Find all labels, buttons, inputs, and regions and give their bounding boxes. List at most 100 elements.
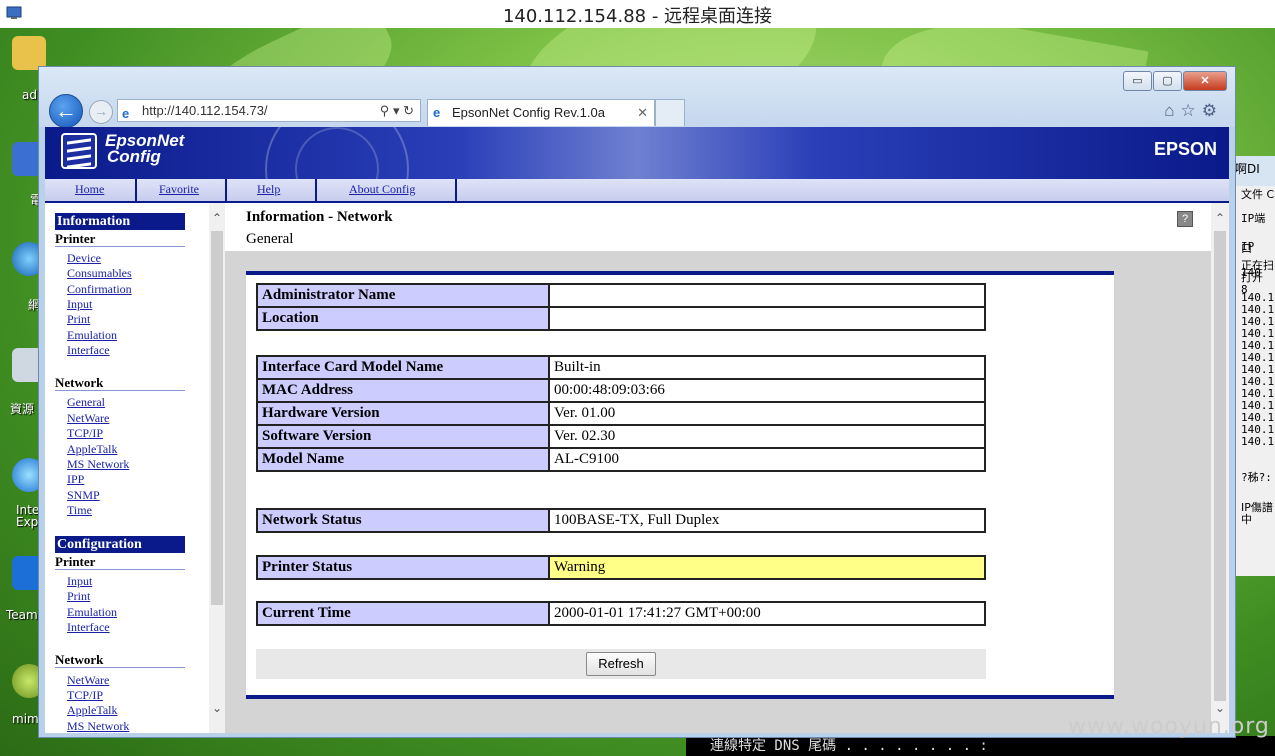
web-page: EpsonNet Config EPSON Home Favorite Help … <box>45 127 1229 733</box>
info-table-printer-status: Printer Status Warning <box>256 555 986 580</box>
nav-home[interactable]: Home <box>75 182 104 197</box>
table-row: Location <box>256 306 986 331</box>
sidebar-config-link-tcpip[interactable]: TCP/IP <box>67 688 103 702</box>
sidebar-config-link-emulation[interactable]: Emulation <box>67 605 117 619</box>
sidebar-info-network: Network <box>55 375 185 391</box>
address-controls[interactable]: ⚲ ▾ ↻ <box>380 100 414 121</box>
settings-gear-icon[interactable]: ⚙ <box>1202 101 1223 120</box>
remote-desktop-titlebar: 140.112.154.88 - 远程桌面连接 <box>0 0 1275 28</box>
desktop-icon-label: ad <box>22 88 37 102</box>
sidebar-config-link-interface[interactable]: Interface <box>67 620 110 634</box>
help-icon[interactable]: ? <box>1177 211 1193 227</box>
sidebar-link-print[interactable]: Print <box>67 312 90 326</box>
page-subtitle: General <box>246 231 294 247</box>
row-value <box>548 283 986 308</box>
sidebar-link-ipp[interactable]: IPP <box>67 472 84 486</box>
browser-tab[interactable]: e EpsonNet Config Rev.1.0a ✕ <box>427 99 655 126</box>
new-tab-button[interactable] <box>655 99 685 126</box>
back-button[interactable]: ← <box>49 94 83 128</box>
scroll-up-icon[interactable]: ⌃ <box>212 211 222 225</box>
sidebar-link-ms-network[interactable]: MS Network <box>67 457 129 471</box>
dropdown-icon[interactable]: ▾ <box>393 103 400 118</box>
row-value: 2000-01-01 17:41:27 GMT+00:00 <box>548 601 986 626</box>
desktop-icon-label: Inte Exp <box>16 503 40 529</box>
scroll-up-icon[interactable]: ⌃ <box>1215 211 1225 226</box>
refresh-bar: Refresh <box>256 649 986 679</box>
row-label: Location <box>256 306 550 331</box>
address-bar[interactable]: e http://140.112.154.73/ ⚲ ▾ ↻ <box>117 99 421 122</box>
scanner-menu[interactable]: 文件 C <box>1233 186 1275 204</box>
minimize-button[interactable]: ▭ <box>1123 71 1152 91</box>
row-label: Current Time <box>256 601 550 626</box>
sidebar-link-interface[interactable]: Interface <box>67 343 110 357</box>
row-label: Software Version <box>256 424 550 449</box>
row-value: Ver. 02.30 <box>548 424 986 449</box>
sidebar-link-device[interactable]: Device <box>67 251 101 265</box>
desktop-icon-label: mim <box>12 712 39 726</box>
browser-window: ▭ ▢ ✕ ← → e http://140.112.154.73/ ⚲ ▾ ↻… <box>38 66 1236 738</box>
table-row: Interface Card Model Name Built-in <box>256 355 986 380</box>
address-text[interactable]: http://140.112.154.73/ <box>142 103 268 118</box>
sidebar-scroll-thumb[interactable] <box>211 231 223 605</box>
search-icon[interactable]: ⚲ <box>380 103 390 118</box>
nav-favorite[interactable]: Favorite <box>159 182 199 197</box>
sidebar-link-netware[interactable]: NetWare <box>67 411 109 425</box>
sidebar-link-emulation[interactable]: Emulation <box>67 328 117 342</box>
folder-icon[interactable] <box>12 36 46 70</box>
table-row: Current Time 2000-01-01 17:41:27 GMT+00:0… <box>256 601 986 626</box>
desktop-icon-label: Team <box>6 608 38 622</box>
table-row: MAC Address 00:00:48:09:03:66 <box>256 378 986 403</box>
sidebar-scrollbar[interactable]: ⌃ ⌄ <box>209 203 225 733</box>
remote-desktop-title: 140.112.154.88 - 远程桌面连接 <box>502 6 773 27</box>
sidebar-link-general[interactable]: General <box>67 395 105 409</box>
row-value: 00:00:48:09:03:66 <box>548 378 986 403</box>
refresh-icon[interactable]: ↻ <box>403 103 414 118</box>
desktop-icon-label: 資源 <box>10 402 35 416</box>
epson-banner: EpsonNet Config EPSON <box>45 127 1229 241</box>
sidebar-link-consumables[interactable]: Consumables <box>67 266 132 280</box>
background-scanner-window[interactable]: 啊DI 文件 C IP端口 IP 140 正在扫 打开 8 140.11 140… <box>1232 156 1275 576</box>
main-content: Information - Network General ? Administ… <box>225 203 1229 733</box>
row-value: 100BASE-TX, Full Duplex <box>548 508 986 533</box>
close-button[interactable]: ✕ <box>1183 71 1227 91</box>
browser-tools: ⌂☆⚙ <box>1164 101 1223 121</box>
nav-about-config[interactable]: About Config <box>349 182 415 197</box>
scanner-line: 打开 8 <box>1241 271 1263 296</box>
sidebar-config-link-netware[interactable]: NetWare <box>67 673 109 687</box>
home-icon[interactable]: ⌂ <box>1164 101 1180 120</box>
printer-status-value: Warning <box>548 555 986 580</box>
favorites-star-icon[interactable]: ☆ <box>1181 101 1202 120</box>
sidebar-information-header: Information <box>55 213 185 230</box>
sidebar-link-confirmation[interactable]: Confirmation <box>67 282 132 296</box>
sidebar-config-link-appletalk[interactable]: AppleTalk <box>67 703 117 717</box>
sidebar-info-printer: Printer <box>55 231 185 247</box>
scroll-down-icon[interactable]: ⌄ <box>212 701 222 715</box>
sidebar-link-time[interactable]: Time <box>67 503 92 517</box>
nav-help[interactable]: Help <box>257 182 280 197</box>
watermark-text: www.wooyun.org <box>1068 714 1270 739</box>
row-label: MAC Address <box>256 378 550 403</box>
main-scroll-thumb[interactable] <box>1214 231 1226 701</box>
main-scrollbar[interactable]: ⌃ ⌄ <box>1211 203 1229 733</box>
maximize-button[interactable]: ▢ <box>1153 71 1182 91</box>
refresh-button[interactable]: Refresh <box>586 652 656 676</box>
sidebar-config-link-print[interactable]: Print <box>67 589 90 603</box>
info-table-admin: Administrator Name Location <box>256 283 986 331</box>
browser-chrome: ▭ ▢ ✕ ← → e http://140.112.154.73/ ⚲ ▾ ↻… <box>39 67 1235 128</box>
sidebar-link-appletalk[interactable]: AppleTalk <box>67 442 117 456</box>
sidebar-config-link-ms-network[interactable]: MS Network <box>67 719 129 733</box>
sidebar-link-tcpip[interactable]: TCP/IP <box>67 426 103 440</box>
sidebar-link-snmp[interactable]: SNMP <box>67 488 100 502</box>
sidebar-config-network: Network <box>55 652 185 668</box>
ie-tab-icon: e <box>433 105 441 120</box>
epsonnet-logo-text: EpsonNet Config <box>105 132 184 165</box>
page-title: Information - Network <box>246 209 393 225</box>
sidebar-config-link-input[interactable]: Input <box>67 574 92 588</box>
forward-button[interactable]: → <box>89 100 113 124</box>
info-table-time: Current Time 2000-01-01 17:41:27 GMT+00:0… <box>256 601 986 626</box>
row-label: Model Name <box>256 447 550 472</box>
scanner-window-title: 啊DI <box>1233 156 1275 186</box>
table-row: Model Name AL-C9100 <box>256 447 986 472</box>
tab-close-icon[interactable]: ✕ <box>637 100 648 125</box>
sidebar-link-input[interactable]: Input <box>67 297 92 311</box>
